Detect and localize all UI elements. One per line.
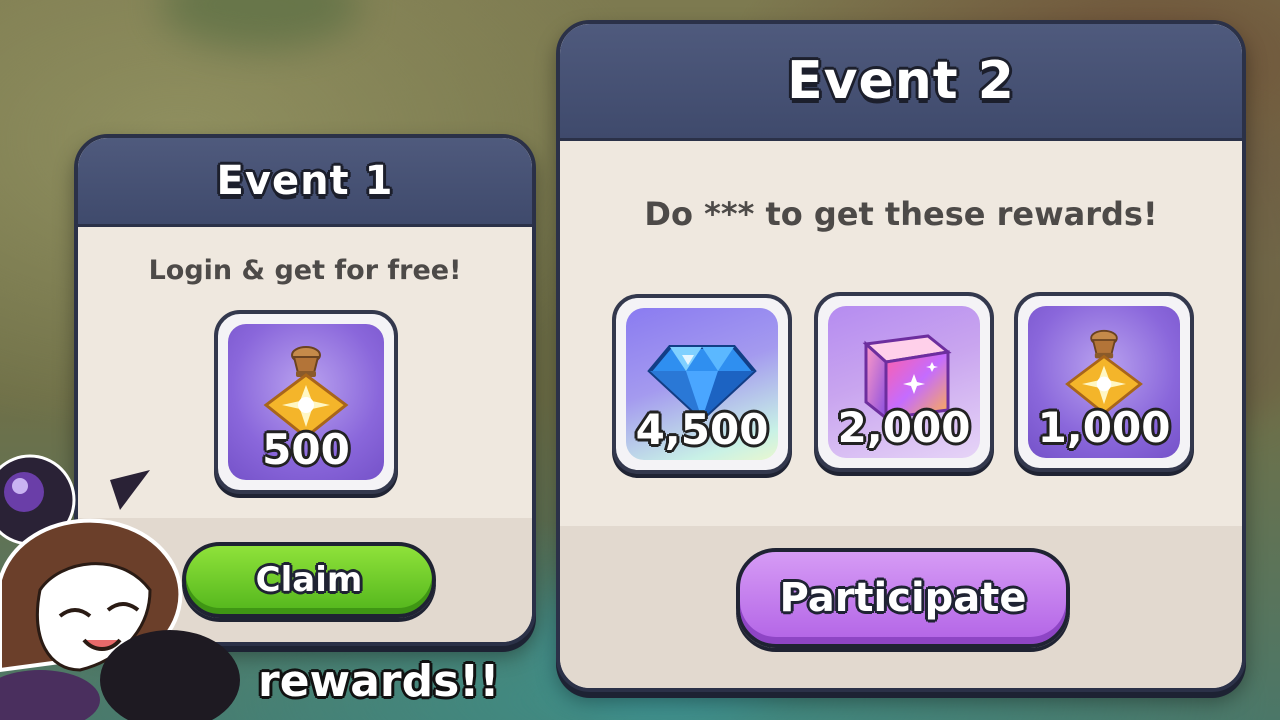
reward-amount: 4,500 bbox=[635, 405, 769, 454]
event-2-description: Do *** to get these rewards! bbox=[644, 195, 1158, 233]
event-2-reward-tile-cube[interactable]: 2,000 bbox=[814, 292, 994, 472]
event-2-title: Event 2 bbox=[787, 51, 1015, 111]
event-1-description: Login & get for free! bbox=[148, 255, 462, 286]
event-1-header: Event 1 bbox=[78, 138, 532, 227]
reward-amount: 500 bbox=[262, 425, 350, 474]
event-2-panel: Event 2 Do *** to get these rewards! 4,5… bbox=[556, 20, 1246, 692]
cookie-mascot-image bbox=[0, 454, 240, 720]
event-2-reward-tile-crystal[interactable]: 4,500 bbox=[612, 294, 792, 474]
participate-button[interactable]: Participate bbox=[736, 548, 1070, 648]
background-shape bbox=[160, 0, 360, 50]
reward-amount: 2,000 bbox=[837, 403, 971, 452]
event-2-reward-tile-pouch[interactable]: 1,000 bbox=[1014, 292, 1194, 472]
event-2-header: Event 2 bbox=[560, 24, 1242, 141]
caption-text: rewards!! bbox=[258, 656, 500, 707]
reward-tile-background: 2,000 bbox=[828, 306, 980, 458]
reward-amount: 1,000 bbox=[1037, 403, 1171, 452]
reward-tile-background: 500 bbox=[228, 324, 384, 480]
reward-tile-background: 4,500 bbox=[626, 308, 778, 460]
reward-tile-background: 1,000 bbox=[1028, 306, 1180, 458]
event-1-title: Event 1 bbox=[216, 158, 394, 204]
event-2-footer: Participate bbox=[560, 526, 1242, 688]
